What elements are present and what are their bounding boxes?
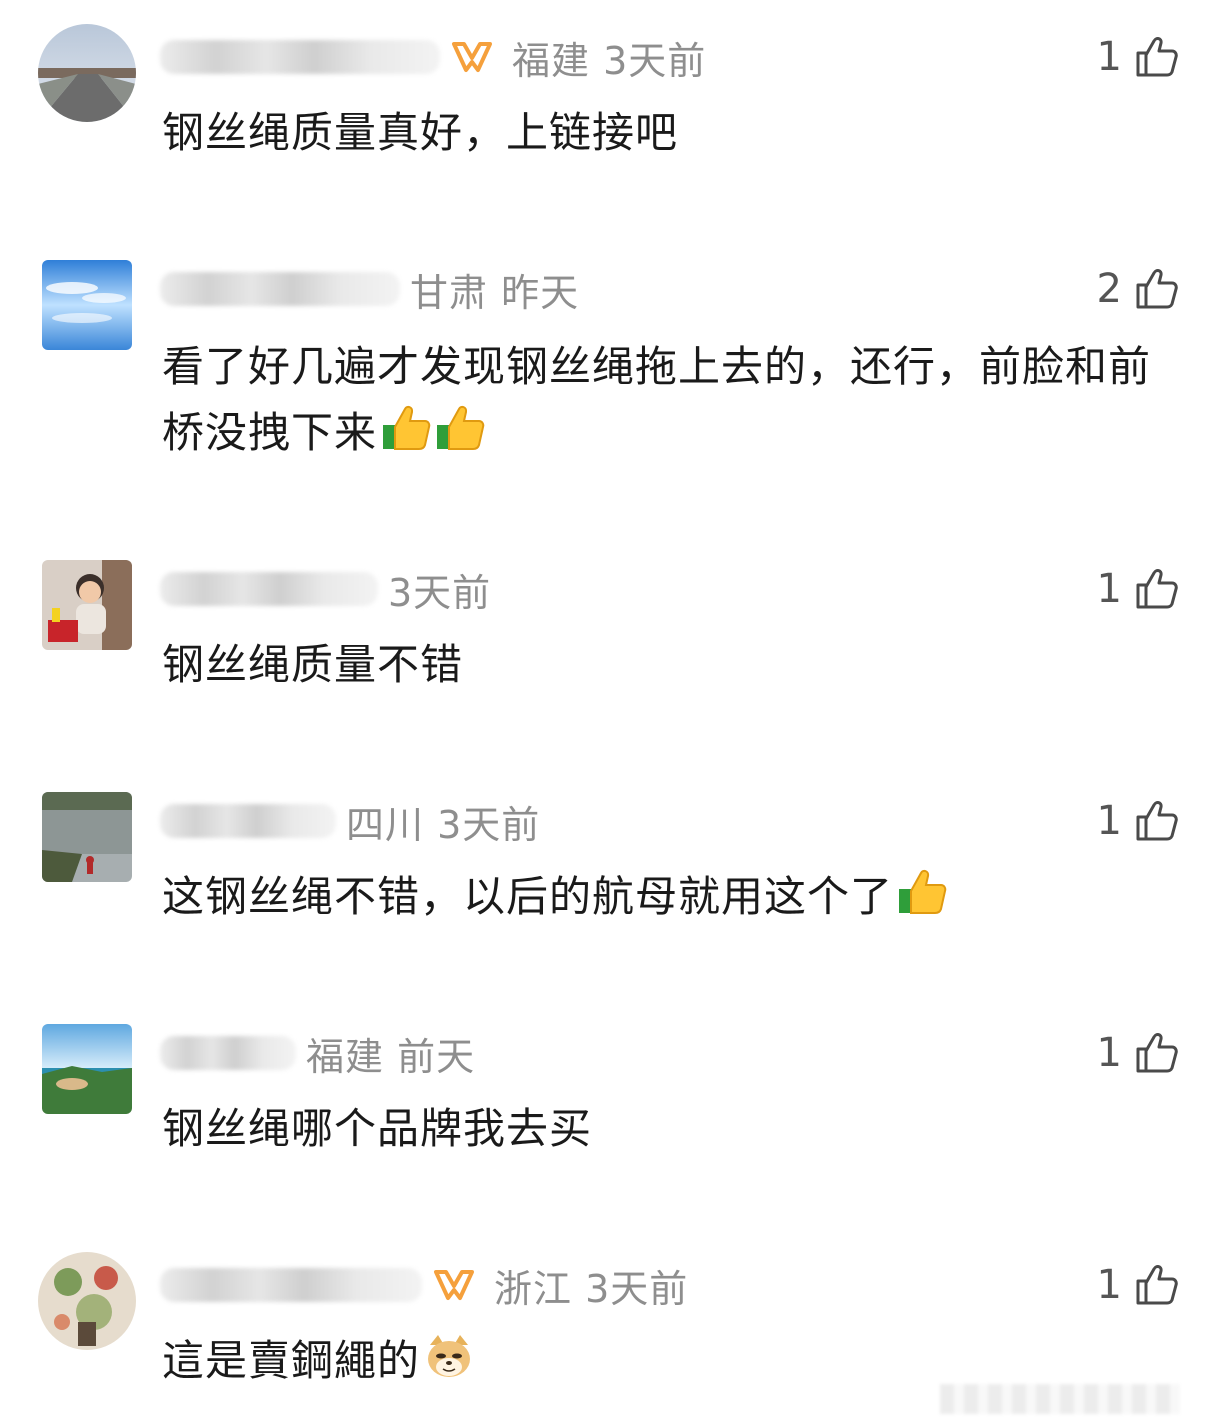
comment-meta: 3天前 bbox=[160, 564, 492, 615]
like-button[interactable]: 1 bbox=[1097, 1260, 1180, 1310]
comment-text-content: 钢丝绳质量不错 bbox=[162, 640, 464, 689]
comment-text: 看了好几遍才发现钢丝绳拖上去的，还行，前脸和前桥没拽下来 bbox=[162, 334, 1178, 466]
comment-meta: 四川 3天前 bbox=[160, 796, 541, 847]
comment-text: 钢丝绳哪个品牌我去买 bbox=[162, 1096, 1178, 1162]
location-time: 福建 前天 bbox=[306, 1034, 476, 1079]
thumbs-up-emoji bbox=[899, 869, 947, 914]
thumbs-up-icon bbox=[1136, 1033, 1178, 1073]
thumbs-up-icon bbox=[1136, 569, 1178, 609]
username-blurred[interactable] bbox=[160, 1036, 296, 1070]
like-count: 1 bbox=[1096, 1262, 1122, 1308]
username-blurred[interactable] bbox=[160, 40, 440, 74]
comment-meta: 福建 3天前 bbox=[160, 32, 707, 83]
like-count: 1 bbox=[1096, 798, 1122, 844]
thumbs-up-icon bbox=[1136, 801, 1178, 841]
like-button[interactable]: 1 bbox=[1097, 32, 1180, 82]
avatar[interactable] bbox=[42, 792, 132, 882]
avatar[interactable] bbox=[38, 1252, 136, 1350]
comment-text-content: 钢丝绳质量真好，上链接吧 bbox=[162, 108, 679, 157]
like-button[interactable]: 1 bbox=[1097, 564, 1180, 614]
comment-text-content: 看了好几遍才发现钢丝绳拖上去的，还行，前脸和前桥没拽下来 bbox=[162, 342, 1152, 457]
doge-emoji bbox=[428, 1335, 471, 1377]
comment-text: 这钢丝绳不错，以后的航母就用这个了 bbox=[162, 864, 1178, 930]
comment-text: 钢丝绳质量不错 bbox=[162, 632, 1178, 698]
comment-meta: 福建 前天 bbox=[160, 1028, 476, 1079]
comment-text: 钢丝绳质量真好，上链接吧 bbox=[162, 100, 1178, 166]
thumbs-up-emoji bbox=[383, 405, 431, 450]
like-button[interactable]: 1 bbox=[1097, 796, 1180, 846]
location-time: 3天前 bbox=[388, 570, 492, 615]
like-count: 1 bbox=[1096, 1030, 1122, 1076]
location-time: 四川 3天前 bbox=[346, 802, 541, 847]
avatar[interactable] bbox=[42, 1024, 132, 1114]
watermark bbox=[940, 1384, 1180, 1414]
username-blurred[interactable] bbox=[160, 804, 336, 838]
location-time: 浙江 3天前 bbox=[494, 1266, 689, 1311]
comment-meta: 浙江 3天前 bbox=[160, 1260, 689, 1311]
like-count: 1 bbox=[1096, 34, 1122, 80]
avatar[interactable] bbox=[42, 260, 132, 350]
like-button[interactable]: 1 bbox=[1097, 1028, 1180, 1078]
comment-text-content: 钢丝绳哪个品牌我去买 bbox=[162, 1104, 593, 1153]
location-time: 甘肃 昨天 bbox=[410, 270, 580, 315]
avatar[interactable] bbox=[42, 560, 132, 650]
comment-meta: 甘肃 昨天 bbox=[160, 264, 580, 315]
thumbs-up-icon bbox=[1136, 269, 1178, 309]
comment-text-content: 这钢丝绳不错，以后的航母就用这个了 bbox=[162, 872, 894, 921]
username-blurred[interactable] bbox=[160, 572, 378, 606]
avatar[interactable] bbox=[38, 24, 136, 122]
vip-badge-icon bbox=[450, 38, 494, 76]
like-count: 2 bbox=[1096, 266, 1122, 312]
like-count: 1 bbox=[1096, 566, 1122, 612]
username-blurred[interactable] bbox=[160, 1268, 422, 1302]
thumbs-up-icon bbox=[1136, 37, 1178, 77]
location-time: 福建 3天前 bbox=[512, 38, 707, 83]
vip-badge-icon bbox=[432, 1266, 476, 1304]
thumbs-up-icon bbox=[1136, 1265, 1178, 1305]
comment-text-content: 這是賣鋼繩的 bbox=[162, 1336, 421, 1385]
username-blurred[interactable] bbox=[160, 272, 400, 306]
thumbs-up-emoji bbox=[437, 405, 485, 450]
like-button[interactable]: 2 bbox=[1097, 264, 1180, 314]
